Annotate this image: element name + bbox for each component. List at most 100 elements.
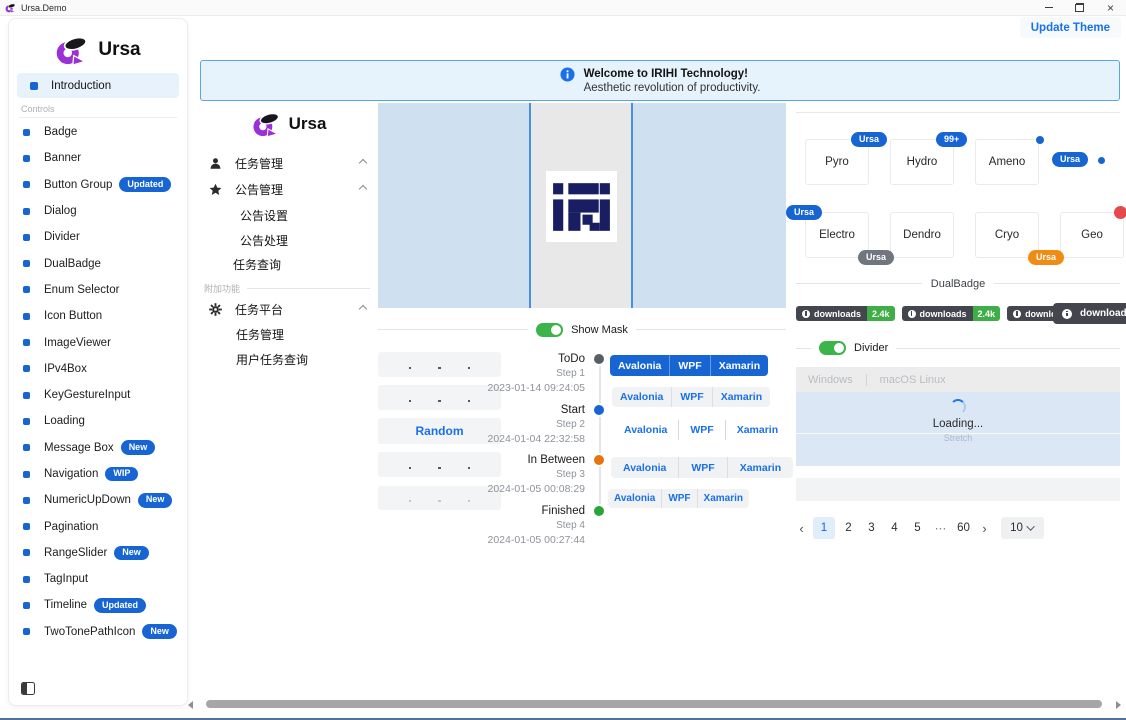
viewer-mask-line[interactable]: [631, 103, 633, 308]
sidebar-item[interactable]: Enum Selector: [9, 277, 187, 303]
button-group-button[interactable]: Avalonia: [612, 387, 671, 407]
sidebar-item[interactable]: Pagination: [9, 513, 187, 539]
bullet-icon: [23, 339, 30, 346]
show-mask-toggle[interactable]: [536, 323, 563, 337]
dual-badge-key-label: downloads: [920, 309, 967, 319]
title-bar: Ursa.Demo ×: [0, 0, 1126, 16]
count-badge: 99+: [936, 132, 967, 147]
collapse-sidebar-icon[interactable]: [21, 682, 35, 695]
nav-section-divider: [247, 288, 370, 289]
button-group-button[interactable]: WPF: [671, 387, 711, 407]
close-button[interactable]: ×: [1095, 0, 1126, 15]
nav-item-announcement-settings[interactable]: 公告设置: [200, 202, 378, 228]
next-page-button[interactable]: ›: [977, 517, 992, 539]
button-group-button[interactable]: Avalonia: [610, 355, 669, 376]
button-group-button[interactable]: Xamarin: [725, 420, 789, 440]
horizontal-scrollbar-thumb[interactable]: [206, 700, 1102, 708]
ursa-demo-window: Ursa.Demo × Ursa Introduction Controls B…: [0, 0, 1126, 720]
sidebar-item[interactable]: Timeline Updated: [9, 592, 187, 618]
chevron-up-icon[interactable]: [359, 305, 367, 313]
sidebar-item[interactable]: IPv4Box: [9, 356, 187, 382]
badge-card-label: Pyro: [825, 156, 849, 168]
sidebar-item[interactable]: Banner: [9, 145, 187, 171]
sidebar-item[interactable]: TagInput: [9, 566, 187, 592]
sidebar-item[interactable]: Dialog: [9, 198, 187, 224]
page-button-2[interactable]: 2: [839, 517, 858, 539]
timeline-item-step: Step 2: [465, 418, 585, 432]
button-group-button[interactable]: WPF: [661, 489, 696, 508]
sidebar-item[interactable]: DualBadge: [9, 250, 187, 276]
standalone-ursa-badge: Ursa: [1052, 152, 1088, 167]
ursa-badge-orange: Ursa: [1028, 250, 1064, 265]
nav-item-task-query[interactable]: 任务查询: [200, 251, 378, 277]
nav-logo-text: Ursa: [289, 114, 327, 134]
image-viewer[interactable]: [378, 103, 786, 308]
button-group-button[interactable]: WPF: [678, 420, 724, 440]
bullet-icon: [23, 523, 30, 530]
button-group-button[interactable]: WPF: [669, 355, 709, 376]
button-group-button[interactable]: Avalonia: [611, 457, 678, 478]
sidebar-item[interactable]: KeyGestureInput: [9, 382, 187, 408]
sidebar-item[interactable]: NumericUpDown New: [9, 487, 187, 513]
button-group-button[interactable]: Xamarin: [712, 387, 770, 407]
sidebar-item[interactable]: ImageViewer: [9, 329, 187, 355]
divider-toggle[interactable]: [819, 341, 846, 355]
page-button-3[interactable]: 3: [862, 517, 881, 539]
chevron-up-icon[interactable]: [359, 185, 367, 193]
button-group-button[interactable]: Xamarin: [727, 457, 793, 478]
chevron-up-icon[interactable]: [359, 159, 367, 167]
badge-card-label: Cryo: [995, 229, 1019, 241]
button-group-button[interactable]: Avalonia: [613, 420, 678, 440]
timeline-item-title: Start: [465, 403, 585, 418]
show-mask-row: Show Mask: [378, 322, 786, 337]
bullet-icon: [23, 155, 30, 162]
sidebar-item[interactable]: Navigation WIP: [9, 461, 187, 487]
timeline-connector: [599, 364, 601, 517]
pagination: ‹ 1 2 3 4 5 ⋯ 60 › 10: [794, 516, 1044, 540]
sidebar-item[interactable]: TwoTonePathIcon New: [9, 619, 187, 645]
maximize-button[interactable]: [1064, 0, 1095, 15]
button-group-button[interactable]: Xamarin: [697, 489, 749, 508]
bullet-icon: [23, 208, 30, 215]
nav-item-label: 公告处理: [240, 232, 288, 249]
timeline-item-title: Finished: [465, 504, 585, 519]
button-group-button[interactable]: Xamarin: [710, 355, 768, 376]
dualbadge-divider-label: DualBadge: [931, 278, 985, 290]
page-button-4[interactable]: 4: [885, 517, 904, 539]
sidebar-item[interactable]: Badge: [9, 119, 187, 145]
nav-group-announcement[interactable]: 公告管理: [200, 176, 378, 202]
nav-group-task-management[interactable]: 任务管理: [200, 150, 378, 176]
update-theme-button[interactable]: Update Theme: [1020, 17, 1121, 38]
prev-page-button[interactable]: ‹: [794, 517, 809, 539]
page-button-60[interactable]: 60: [954, 517, 973, 539]
sidebar-item[interactable]: RangeSlider New: [9, 540, 187, 566]
button-group-button[interactable]: Avalonia: [608, 489, 661, 508]
nav-item-announcement-process[interactable]: 公告处理: [200, 227, 378, 253]
page-size-select[interactable]: 10: [1001, 517, 1044, 539]
viewer-mask-line[interactable]: [529, 103, 531, 308]
page-button-1[interactable]: 1: [813, 517, 835, 539]
sidebar-item[interactable]: Message Box New: [9, 435, 187, 461]
nav-item-user-task-query[interactable]: 用户任务查询: [200, 346, 378, 372]
nav-item-task-management[interactable]: 任务管理: [200, 321, 378, 347]
scroll-right-arrow[interactable]: [1116, 701, 1121, 709]
sidebar-item[interactable]: Loading: [9, 408, 187, 434]
star-icon: [208, 183, 222, 196]
nav-group-task-platform[interactable]: 任务平台: [200, 296, 378, 322]
sidebar-item-introduction[interactable]: Introduction: [17, 73, 179, 98]
sidebar-item[interactable]: Icon Button: [9, 303, 187, 329]
status-badge: Updated: [119, 177, 171, 192]
nav-item-label: 任务管理: [236, 326, 284, 343]
sidebar-item[interactable]: Divider: [9, 224, 187, 250]
sidebar-item-label: Pagination: [44, 521, 98, 533]
button-group-button[interactable]: WPF: [678, 457, 726, 478]
sidebar-item[interactable]: Button Group Updated: [9, 172, 187, 198]
ellipsis-icon[interactable]: ⋯: [931, 517, 950, 539]
sidebar-item-label: KeyGestureInput: [44, 389, 130, 401]
page-button-5[interactable]: 5: [908, 517, 927, 539]
gear-icon: [208, 303, 222, 316]
scroll-left-arrow[interactable]: [188, 701, 193, 709]
minimize-button[interactable]: [1033, 0, 1064, 15]
sidebar-item-label: Button Group: [44, 179, 112, 191]
os-label-macos-linux: macOS Linux: [880, 374, 946, 386]
